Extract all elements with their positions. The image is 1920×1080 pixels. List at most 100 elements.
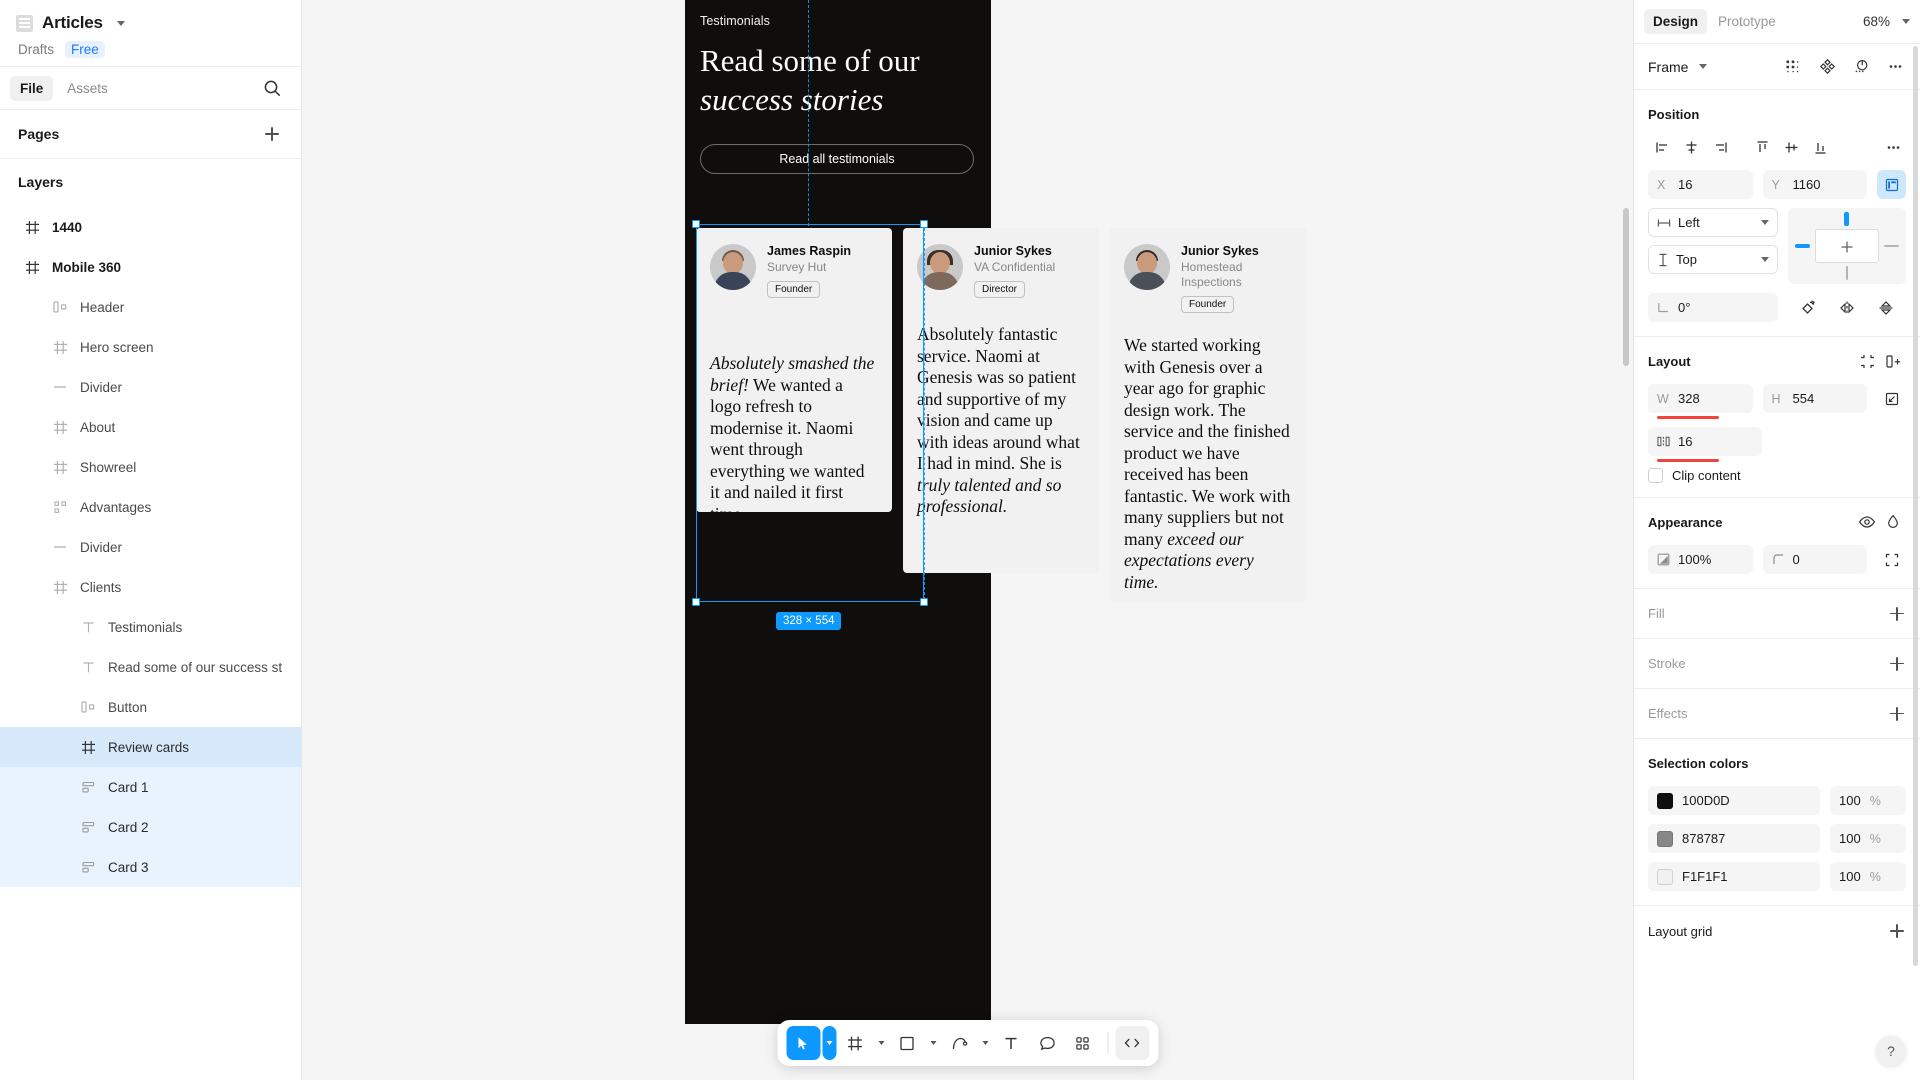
visibility-icon[interactable] [1854, 509, 1880, 535]
constraints-widget[interactable] [1788, 208, 1906, 284]
add-stroke-button[interactable] [1886, 653, 1908, 675]
color-swatch[interactable] [1657, 792, 1673, 809]
rotate-icon[interactable] [1795, 295, 1821, 321]
align-top-icon[interactable] [1748, 134, 1777, 161]
horizontal-constraint-dropdown[interactable]: Left [1648, 208, 1778, 237]
tab-prototype[interactable]: Prototype [1709, 9, 1785, 34]
selection-handle-tl[interactable] [692, 220, 700, 228]
align-horizontal-center-icon[interactable] [1677, 134, 1706, 161]
pen-tool[interactable] [942, 1026, 976, 1060]
resize-to-fit-icon[interactable] [1854, 348, 1880, 374]
height-field[interactable]: H 554 [1762, 384, 1867, 413]
constraint-left-active[interactable] [1795, 244, 1810, 248]
grid-icon[interactable] [1780, 54, 1806, 80]
right-panel-scrollbar[interactable] [1913, 46, 1918, 966]
layer-row-divider-1[interactable]: Divider [0, 367, 301, 407]
help-button[interactable]: ? [1876, 1036, 1906, 1066]
align-left-icon[interactable] [1648, 134, 1677, 161]
clip-content-row[interactable]: Clip content [1648, 468, 1906, 483]
vertical-constraint-dropdown[interactable]: Top [1648, 245, 1778, 274]
color-swatch-field[interactable]: 878787 [1648, 824, 1820, 853]
layer-row-header[interactable]: Header [0, 287, 301, 327]
add-autolayout-icon[interactable] [1880, 348, 1906, 374]
layer-row-divider-2[interactable]: Divider [0, 527, 301, 567]
x-field[interactable]: X 16 [1648, 170, 1753, 199]
flip-vertical-icon[interactable] [1873, 295, 1899, 321]
layer-row-read-some-of-our-success-st[interactable]: Read some of our success st [0, 647, 301, 687]
text-tool[interactable] [994, 1026, 1028, 1060]
more-icon[interactable] [1882, 54, 1908, 80]
layer-row-card-2[interactable]: Card 2 [0, 807, 301, 847]
dev-mode-tool[interactable] [1115, 1026, 1149, 1060]
layer-row-testimonials[interactable]: Testimonials [0, 607, 301, 647]
layer-row-showreel[interactable]: Showreel [0, 447, 301, 487]
layer-row-button[interactable]: Button [0, 687, 301, 727]
layer-row-clients[interactable]: Clients [0, 567, 301, 607]
node-type-dropdown[interactable]: Frame [1648, 59, 1708, 75]
layer-row-about[interactable]: About [0, 407, 301, 447]
testimonial-card-2[interactable]: Junior Sykes VA Confidential Director Ab… [903, 228, 1099, 573]
add-fill-button[interactable] [1886, 603, 1908, 625]
selection-handle-br[interactable] [920, 598, 928, 606]
rotation-field[interactable]: 0° [1648, 293, 1778, 322]
add-page-button[interactable] [261, 123, 283, 145]
testimonial-card-1[interactable]: James Raspin Survey Hut Founder Absolute… [696, 228, 892, 512]
constraint-right[interactable] [1884, 245, 1899, 247]
pen-tool-caret[interactable] [978, 1026, 992, 1060]
layer-row-review-cards[interactable]: Review cards [0, 727, 301, 767]
add-effect-button[interactable] [1886, 703, 1908, 725]
shape-tool[interactable] [890, 1026, 924, 1060]
width-field[interactable]: W 328 [1648, 384, 1753, 419]
tab-file[interactable]: File [10, 75, 54, 101]
color-swatch[interactable] [1657, 868, 1673, 885]
tab-design[interactable]: Design [1644, 9, 1708, 34]
opacity-field[interactable]: 100% [1648, 545, 1753, 574]
comment-tool[interactable] [1030, 1026, 1064, 1060]
constrain-proportions-icon[interactable] [1877, 384, 1906, 413]
selection-handle-bl[interactable] [692, 598, 700, 606]
align-bottom-icon[interactable] [1806, 134, 1835, 161]
search-icon[interactable] [261, 77, 283, 99]
frame-tool[interactable] [838, 1026, 872, 1060]
color-opacity-field[interactable]: 100 % [1830, 862, 1906, 891]
constraint-top-active[interactable] [1844, 212, 1849, 226]
blend-mode-icon[interactable] [1880, 509, 1906, 535]
shape-tool-caret[interactable] [926, 1026, 940, 1060]
constraint-bottom[interactable] [1846, 266, 1848, 280]
testimonial-card-3[interactable]: Junior Sykes Homestead Inspections Found… [1110, 228, 1306, 603]
color-swatch[interactable] [1657, 830, 1673, 847]
independent-corners-icon[interactable] [1877, 545, 1906, 574]
layer-row-hero-screen[interactable]: Hero screen [0, 327, 301, 367]
position-constraint-icon[interactable] [1877, 170, 1906, 199]
y-field[interactable]: Y 1160 [1762, 170, 1867, 199]
color-opacity-field[interactable]: 100 % [1830, 786, 1906, 815]
corner-radius-field[interactable]: 0 [1762, 545, 1867, 574]
gap-field[interactable]: 16 [1648, 427, 1762, 462]
color-swatch-field[interactable]: 100D0D [1648, 786, 1820, 815]
file-title-row[interactable]: Articles [16, 10, 285, 36]
clip-content-checkbox[interactable] [1648, 468, 1663, 483]
flip-horizontal-icon[interactable] [1834, 295, 1860, 321]
layer-row-advantages[interactable]: Advantages [0, 487, 301, 527]
frame-tool-caret[interactable] [874, 1026, 888, 1060]
align-vertical-center-icon[interactable] [1777, 134, 1806, 161]
chevron-down-icon[interactable] [116, 20, 125, 26]
color-swatch-field[interactable]: F1F1F1 [1648, 862, 1820, 891]
actions-tool[interactable] [1066, 1026, 1100, 1060]
read-all-testimonials-button[interactable]: Read all testimonials [700, 144, 974, 174]
move-tool[interactable] [786, 1026, 820, 1060]
design-canvas[interactable]: Testimonials Read some of our success st… [302, 0, 1633, 1080]
layer-row-card-3[interactable]: Card 3 [0, 847, 301, 887]
breadcrumb-drafts[interactable]: Drafts [18, 42, 54, 57]
more-icon[interactable] [1880, 135, 1906, 161]
layer-row-card-1[interactable]: Card 1 [0, 767, 301, 807]
canvas-scrollbar[interactable] [1623, 208, 1629, 366]
plan-badge[interactable]: Free [65, 41, 105, 58]
selection-handle-tr[interactable] [920, 220, 928, 228]
component-icon[interactable] [1814, 54, 1840, 80]
align-right-icon[interactable] [1706, 134, 1735, 161]
layer-row-mobile-360[interactable]: Mobile 360 [0, 247, 301, 287]
color-opacity-field[interactable]: 100 % [1830, 824, 1906, 853]
add-layout-grid-button[interactable] [1886, 920, 1908, 942]
tab-assets[interactable]: Assets [57, 76, 118, 101]
